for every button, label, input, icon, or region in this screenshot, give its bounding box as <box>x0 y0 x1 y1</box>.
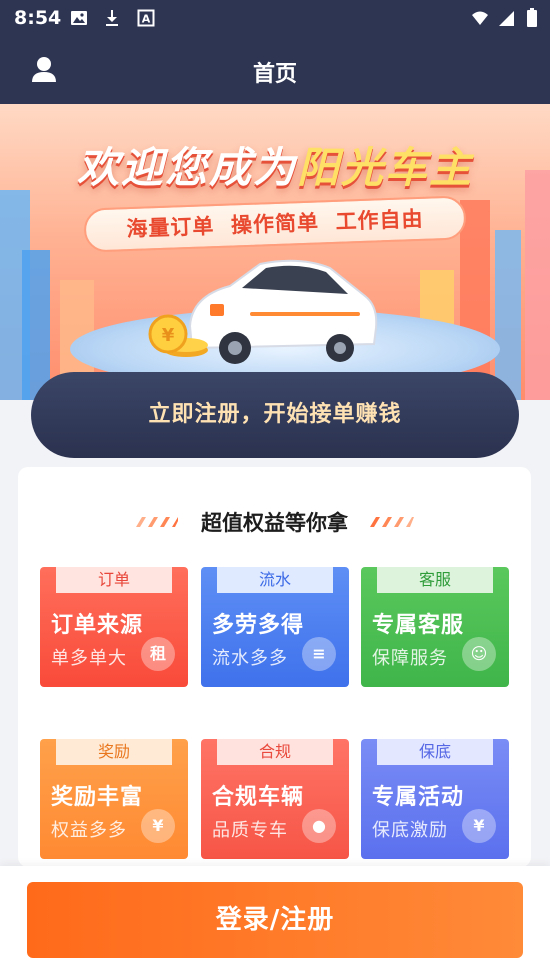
benefit-title: 多劳多得 <box>212 613 305 638</box>
benefit-tile-earnings[interactable]: 流水 多劳多得 流水多多 ≡ <box>201 567 349 687</box>
title-decoration-right-icon <box>370 517 414 527</box>
benefits-card: 超值权益等你拿 订单 订单来源 单多单大 租 流水 多劳多得 流水多多 ≡ 客服… <box>18 467 531 867</box>
list-icon: ≡ <box>302 637 336 671</box>
yen-icon: ¥ <box>462 809 496 843</box>
signal-icon <box>499 11 514 26</box>
register-button[interactable]: 立即注册，开始接单赚钱 <box>31 372 519 458</box>
benefit-title: 合规车辆 <box>212 785 305 810</box>
a-icon: A <box>137 9 155 27</box>
benefit-tag: 保底 <box>377 739 493 765</box>
image-icon <box>71 11 87 25</box>
benefit-tag: 流水 <box>217 567 333 593</box>
welcome-banner: 欢迎您成为阳光车主 海量订单 操作简单 工作自由 ¥ <box>0 104 550 400</box>
benefit-subtitle: 品质专车 <box>212 820 288 841</box>
benefit-title: 订单来源 <box>51 613 144 638</box>
benefit-tile-orders[interactable]: 订单 订单来源 单多单大 租 <box>40 567 188 687</box>
benefit-subtitle: 权益多多 <box>51 820 127 841</box>
banner-slogan: 海量订单 操作简单 工作自由 <box>83 195 467 253</box>
benefit-tag: 合规 <box>217 739 333 765</box>
benefit-tile-service[interactable]: 客服 专属客服 保障服务 ☺ <box>361 567 509 687</box>
banner-title: 欢迎您成为阳光车主 <box>0 134 550 195</box>
benefit-subtitle: 单多单大 <box>51 648 127 669</box>
benefit-title: 奖励丰富 <box>51 785 144 810</box>
benefit-subtitle: 流水多多 <box>212 648 288 669</box>
wifi-icon <box>472 11 488 25</box>
benefit-tile-activity[interactable]: 保底 专属活动 保底激励 ¥ <box>361 739 509 859</box>
battery-icon <box>527 8 537 27</box>
login-register-button[interactable]: 登录/注册 <box>27 882 523 958</box>
bottom-bar: 登录/注册 <box>0 866 550 978</box>
coins-illustration: ¥ <box>148 314 208 357</box>
benefit-tile-rewards[interactable]: 奖励 奖励丰富 权益多多 ¥ <box>40 739 188 859</box>
headset-icon: ☺ <box>462 637 496 671</box>
benefit-tag: 订单 <box>56 567 172 593</box>
status-bar: 8:54 A <box>0 0 550 38</box>
benefit-tag: 奖励 <box>56 739 172 765</box>
car-illustration <box>188 259 378 364</box>
svg-text:A: A <box>142 13 151 26</box>
benefit-title: 专属活动 <box>372 785 465 810</box>
status-time: 8:54 <box>14 7 62 29</box>
benefit-tag: 客服 <box>377 567 493 593</box>
banner-title-part2: 阳光车主 <box>297 143 474 192</box>
benefit-subtitle: 保底激励 <box>372 820 448 841</box>
download-icon <box>106 10 118 26</box>
benefit-title: 专属客服 <box>372 613 465 638</box>
benefit-subtitle: 保障服务 <box>372 648 448 669</box>
banner-title-part1: 欢迎您成为 <box>76 143 297 192</box>
page-title: 首页 <box>252 62 297 87</box>
benefits-title: 超值权益等你拿 <box>201 511 348 535</box>
money-bag-icon: ¥ <box>141 809 175 843</box>
svg-text:¥: ¥ <box>162 325 175 346</box>
envelope-icon: ● <box>302 809 336 843</box>
rent-icon: 租 <box>141 637 175 671</box>
benefit-tile-compliance[interactable]: 合规 合规车辆 品质专车 ● <box>201 739 349 859</box>
top-bar: 8:54 A 首页 <box>0 0 550 104</box>
